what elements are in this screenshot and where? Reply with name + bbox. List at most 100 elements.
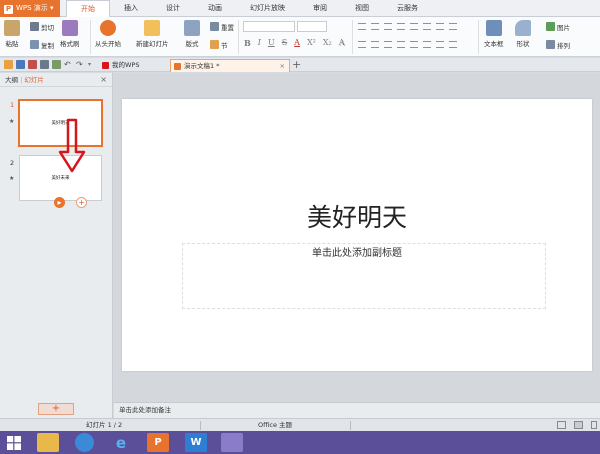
paint-app-icon[interactable] bbox=[221, 433, 243, 452]
wps-app-menu-button[interactable]: P WPS 演示 ▾ bbox=[0, 0, 60, 17]
notes-pane[interactable]: 单击此处添加备注 bbox=[114, 402, 600, 418]
add-slide-button[interactable]: + bbox=[38, 403, 74, 415]
slide-title[interactable]: 美好明天 bbox=[122, 198, 592, 234]
font-name-select[interactable] bbox=[243, 21, 295, 32]
copy-button[interactable]: 复制 bbox=[30, 39, 54, 50]
distribute-icon[interactable] bbox=[410, 41, 418, 48]
menu-bar: P WPS 演示 ▾ 开始 插入 设计 动画 幻灯片放映 审阅 视图 云服务 bbox=[0, 0, 600, 18]
paste-icon bbox=[4, 20, 20, 36]
tab-view[interactable]: 视图 bbox=[341, 0, 383, 17]
close-tab-icon[interactable]: × bbox=[280, 60, 285, 73]
picture-button[interactable]: 图片 bbox=[546, 21, 570, 32]
customize-toolbar-icon[interactable]: ▾ bbox=[88, 60, 97, 69]
tab-home[interactable]: 开始 bbox=[66, 0, 110, 18]
save-icon[interactable] bbox=[16, 60, 25, 69]
wps-presentation-taskbar-icon[interactable]: P bbox=[147, 433, 169, 452]
cut-button[interactable]: 剪切 bbox=[30, 21, 54, 32]
underline-button[interactable]: U bbox=[268, 38, 275, 48]
status-bar: 幻灯片 1 / 2 Office 主题 bbox=[0, 418, 600, 431]
font-size-select[interactable] bbox=[297, 21, 327, 32]
columns-icon[interactable] bbox=[436, 23, 444, 30]
textbox-button[interactable]: 文本框 bbox=[484, 17, 504, 48]
tab-slideshow[interactable]: 幻灯片放映 bbox=[236, 0, 299, 17]
print-icon[interactable] bbox=[40, 60, 49, 69]
text-shadow-button[interactable]: A bbox=[339, 38, 345, 48]
align-right-icon[interactable] bbox=[384, 41, 392, 48]
tab-my-wps[interactable]: 我的WPS bbox=[99, 59, 169, 72]
text-format-group: B I U S A X² X₂ A bbox=[244, 38, 345, 48]
font-color-button[interactable]: A bbox=[294, 38, 300, 48]
menu-tabs: 开始 插入 设计 动画 幻灯片放映 审阅 视图 云服务 bbox=[66, 0, 432, 18]
add-slide-icon[interactable]: + bbox=[76, 197, 87, 208]
open-icon[interactable] bbox=[4, 60, 13, 69]
tab-presentation-1[interactable]: 演示文稿1 * × bbox=[170, 59, 290, 72]
store-app-icon[interactable] bbox=[75, 433, 94, 452]
reset-button[interactable]: 重置 bbox=[210, 21, 234, 32]
arrange-icon bbox=[546, 40, 555, 49]
tab-cloud[interactable]: 云服务 bbox=[383, 0, 432, 17]
numbering-icon[interactable] bbox=[371, 23, 379, 30]
normal-view-icon[interactable] bbox=[557, 421, 566, 429]
slides-pane-header: 大纲 | 幻灯片 × bbox=[0, 73, 112, 87]
subscript-button[interactable]: X₂ bbox=[323, 38, 332, 48]
subtitle-placeholder[interactable]: 单击此处添加副标题 bbox=[122, 244, 592, 259]
slide-number: 2 bbox=[10, 159, 15, 167]
slide-sorter-icon[interactable] bbox=[574, 421, 583, 429]
wps-writer-taskbar-icon[interactable]: W bbox=[185, 433, 207, 452]
smartart-icon[interactable] bbox=[449, 23, 457, 30]
text-direction-icon[interactable] bbox=[423, 23, 431, 30]
increase-indent-icon[interactable] bbox=[397, 23, 405, 30]
paste-button[interactable]: 粘贴 bbox=[4, 17, 20, 48]
wps-logo-icon bbox=[102, 62, 109, 69]
line-spacing-icon[interactable] bbox=[410, 23, 418, 30]
annotation-arrow-icon bbox=[58, 118, 86, 173]
tab-separator: | bbox=[20, 76, 23, 84]
slides-tab[interactable]: 幻灯片 bbox=[24, 76, 44, 84]
windows-start-icon[interactable] bbox=[7, 436, 21, 450]
internet-explorer-icon[interactable]: e bbox=[110, 433, 132, 452]
file-explorer-icon[interactable] bbox=[37, 433, 59, 452]
textbox-icon bbox=[485, 20, 502, 36]
section-button[interactable]: 节 bbox=[210, 39, 228, 50]
tab-design[interactable]: 设计 bbox=[152, 0, 194, 17]
divider bbox=[200, 421, 201, 430]
layout-button[interactable]: 版式 bbox=[184, 17, 200, 48]
bold-button[interactable]: B bbox=[244, 38, 251, 48]
play-from-start-button[interactable]: 从头开始 bbox=[95, 17, 121, 48]
format-painter-button[interactable]: 格式刷 bbox=[60, 17, 80, 48]
slide-number: 1 bbox=[10, 101, 15, 109]
vertical-align-icon[interactable] bbox=[423, 41, 431, 48]
export-pdf-icon[interactable] bbox=[28, 60, 37, 69]
slide-counter: 幻灯片 1 / 2 bbox=[86, 421, 123, 429]
tab-insert[interactable]: 插入 bbox=[110, 0, 152, 17]
presentation-file-icon bbox=[174, 63, 181, 70]
align-center-icon[interactable] bbox=[371, 41, 379, 48]
redo-icon[interactable]: ↷ bbox=[76, 60, 85, 69]
decrease-indent-icon[interactable] bbox=[384, 23, 392, 30]
text-fit-icon[interactable] bbox=[436, 41, 444, 48]
close-pane-icon[interactable]: × bbox=[100, 73, 107, 87]
paragraph-icon[interactable] bbox=[449, 41, 457, 48]
strikethrough-button[interactable]: S bbox=[282, 38, 287, 48]
new-tab-button[interactable]: + bbox=[292, 58, 301, 71]
italic-button[interactable]: I bbox=[258, 38, 261, 48]
ribbon-toolbar: 粘贴 剪切 复制 格式刷 从头开始 新建幻灯片 版式 重置 节 B I U S … bbox=[0, 17, 600, 57]
slide-editor: 美好明天 单击此处添加副标题 bbox=[114, 73, 600, 402]
tab-review[interactable]: 审阅 bbox=[299, 0, 341, 17]
arrange-button[interactable]: 排列 bbox=[546, 39, 570, 50]
justify-icon[interactable] bbox=[397, 41, 405, 48]
outline-tab[interactable]: 大纲 bbox=[5, 76, 18, 84]
undo-icon[interactable]: ↶ bbox=[64, 60, 73, 69]
superscript-button[interactable]: X² bbox=[307, 38, 316, 48]
reset-icon bbox=[210, 22, 219, 31]
scissors-icon bbox=[30, 22, 39, 31]
play-slide-icon[interactable]: ▸ bbox=[54, 197, 65, 208]
shape-button[interactable]: 形状 bbox=[515, 17, 531, 48]
bullets-icon[interactable] bbox=[358, 23, 366, 30]
align-left-icon[interactable] bbox=[358, 41, 366, 48]
new-slide-button[interactable]: 新建幻灯片 bbox=[136, 17, 169, 48]
print-preview-icon[interactable] bbox=[52, 60, 61, 69]
tab-animation[interactable]: 动画 bbox=[194, 0, 236, 17]
reading-view-icon[interactable] bbox=[591, 421, 597, 429]
slide-canvas[interactable]: 美好明天 单击此处添加副标题 bbox=[122, 99, 592, 371]
